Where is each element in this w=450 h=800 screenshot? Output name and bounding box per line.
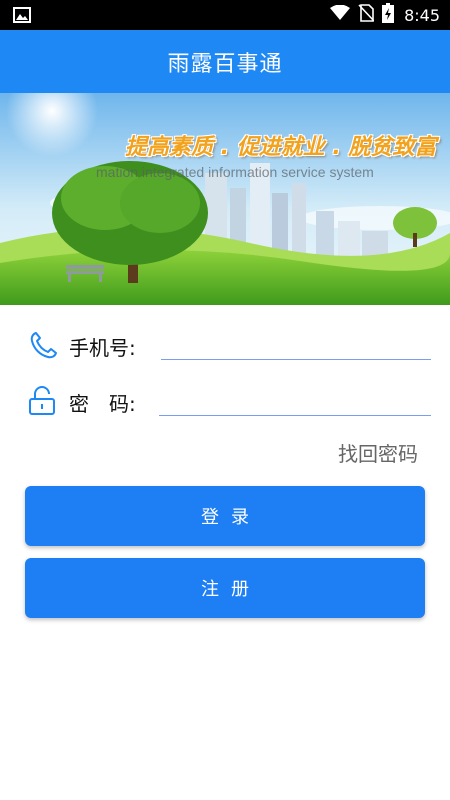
status-bar: 8:45 (0, 0, 450, 30)
phone-row: 手机号: (0, 320, 450, 370)
lock-icon (28, 386, 56, 420)
banner-subtitle: mation integrated information service sy… (96, 164, 374, 180)
battery-charging-icon (382, 3, 395, 27)
no-sim-icon (358, 4, 375, 26)
phone-label: 手机号: (69, 336, 136, 360)
forgot-password-link[interactable]: 找回密码 (338, 438, 418, 467)
banner-slogan: 提高素质 . 促进就业 . 脱贫致富 (125, 135, 437, 160)
password-input[interactable] (159, 384, 431, 416)
wifi-icon (330, 4, 351, 25)
phone-input[interactable] (161, 328, 431, 360)
login-button[interactable]: 登录 (25, 486, 425, 546)
app-title: 雨露百事通 (167, 51, 283, 77)
banner-image: 提高素质 . 促进就业 . 脱贫致富 mation integrated inf… (0, 93, 450, 305)
register-button[interactable]: 注册 (25, 558, 425, 618)
phone-icon (28, 330, 58, 364)
password-label: 密 码: (69, 392, 136, 416)
image-icon (13, 7, 31, 27)
app-bar: 雨露百事通 (0, 30, 450, 93)
password-row: 密 码: (0, 376, 450, 426)
status-time: 8:45 (404, 5, 440, 25)
